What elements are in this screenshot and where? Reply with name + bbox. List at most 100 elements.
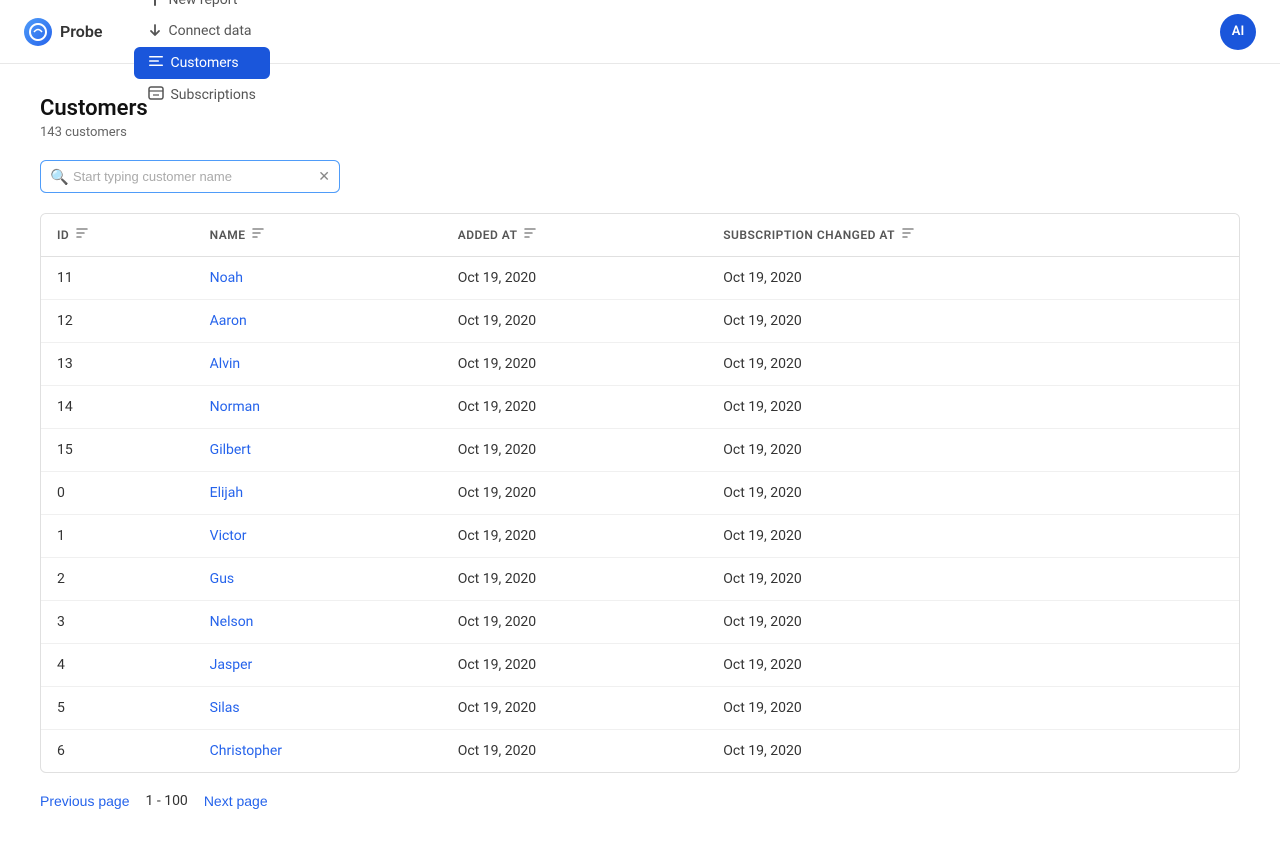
cell-id: 13 xyxy=(41,343,194,386)
customer-name-link[interactable]: Noah xyxy=(210,270,243,286)
th-label-id: ID xyxy=(57,228,69,242)
cell-name: Christopher xyxy=(194,730,442,773)
cell-name: Noah xyxy=(194,257,442,300)
cell-subscription-changed-at: Oct 19, 2020 xyxy=(707,644,1239,687)
cell-subscription-changed-at: Oct 19, 2020 xyxy=(707,386,1239,429)
nav-icon-new-report xyxy=(148,0,162,10)
cell-added-at: Oct 19, 2020 xyxy=(442,601,708,644)
cell-name: Gus xyxy=(194,558,442,601)
logo-text: Probe xyxy=(60,22,102,41)
search-input[interactable] xyxy=(40,160,340,193)
cell-id: 12 xyxy=(41,300,194,343)
table-row: 15 Gilbert Oct 19, 2020Oct 19, 2020 xyxy=(41,429,1239,472)
pagination: Previous page 1 - 100 Next page xyxy=(40,793,1240,809)
page-subtitle: 143 customers xyxy=(40,125,1240,140)
table-row: 6ChristopherOct 19, 2020Oct 19, 2020 xyxy=(41,730,1239,773)
sort-icon-subscription_changed_at[interactable] xyxy=(901,226,915,244)
cell-added-at: Oct 19, 2020 xyxy=(442,257,708,300)
cell-subscription-changed-at: Oct 19, 2020 xyxy=(707,343,1239,386)
nav-item-connect-data[interactable]: Connect data xyxy=(134,16,269,47)
customer-name-link[interactable]: Gus xyxy=(210,571,234,587)
nav-label-connect-data: Connect data xyxy=(168,23,251,39)
th-id: ID xyxy=(41,214,194,257)
table-row: 0 Elijah Oct 19, 2020Oct 19, 2020 xyxy=(41,472,1239,515)
cell-id: 0 xyxy=(41,472,194,515)
cell-name: Jasper xyxy=(194,644,442,687)
nav-label-new-report: New report xyxy=(168,0,237,8)
table-row: 4 Jasper Oct 19, 2020Oct 19, 2020 xyxy=(41,644,1239,687)
cell-subscription-changed-at: Oct 19, 2020 xyxy=(707,558,1239,601)
search-clear-icon[interactable]: ✕ xyxy=(318,169,330,185)
cell-id: 11 xyxy=(41,257,194,300)
sort-icon-id[interactable] xyxy=(75,226,89,244)
nav-item-customers[interactable]: Customers xyxy=(134,47,269,79)
customer-name-link[interactable]: Christopher xyxy=(210,743,282,759)
user-avatar[interactable]: AI xyxy=(1220,14,1256,50)
cell-added-at: Oct 19, 2020 xyxy=(442,515,708,558)
cell-id: 1 xyxy=(41,515,194,558)
customer-name-link[interactable]: Gilbert xyxy=(210,442,251,458)
cell-subscription-changed-at: Oct 19, 2020 xyxy=(707,515,1239,558)
cell-subscription-changed-at: Oct 19, 2020 xyxy=(707,472,1239,515)
th-added_at: ADDED AT xyxy=(442,214,708,257)
cell-name: Victor xyxy=(194,515,442,558)
cell-subscription-changed-at: Oct 19, 2020 xyxy=(707,687,1239,730)
cell-added-at: Oct 19, 2020 xyxy=(442,300,708,343)
cell-added-at: Oct 19, 2020 xyxy=(442,386,708,429)
cell-added-at: Oct 19, 2020 xyxy=(442,429,708,472)
customer-name-link[interactable]: Jasper xyxy=(210,657,253,673)
nav-icon-customers xyxy=(148,53,164,73)
table-row: 2GusOct 19, 2020Oct 19, 2020 xyxy=(41,558,1239,601)
table-row: 14 Norman Oct 19, 2020Oct 19, 2020 xyxy=(41,386,1239,429)
customer-name-link[interactable]: Norman xyxy=(210,399,260,415)
cell-added-at: Oct 19, 2020 xyxy=(442,687,708,730)
pagination-range: 1 - 100 xyxy=(146,793,188,809)
table-header-row: IDNAMEADDED ATSUBSCRIPTION CHANGED AT xyxy=(41,214,1239,257)
nav-label-subscriptions: Subscriptions xyxy=(170,87,255,103)
table-row: 3 Nelson Oct 19, 2020Oct 19, 2020 xyxy=(41,601,1239,644)
table-row: 11 Noah Oct 19, 2020Oct 19, 2020 xyxy=(41,257,1239,300)
customer-name-link[interactable]: Silas xyxy=(210,700,240,716)
sort-icon-added_at[interactable] xyxy=(523,226,537,244)
cell-name: Alvin xyxy=(194,343,442,386)
customer-name-link[interactable]: Elijah xyxy=(210,485,243,501)
cell-subscription-changed-at: Oct 19, 2020 xyxy=(707,601,1239,644)
cell-added-at: Oct 19, 2020 xyxy=(442,472,708,515)
nav-item-new-report[interactable]: New report xyxy=(134,0,269,16)
cell-name: Nelson xyxy=(194,601,442,644)
cell-subscription-changed-at: Oct 19, 2020 xyxy=(707,257,1239,300)
cell-added-at: Oct 19, 2020 xyxy=(442,343,708,386)
navbar: Probe ReportsNew reportConnect dataCusto… xyxy=(0,0,1280,64)
table-row: 1 Victor Oct 19, 2020Oct 19, 2020 xyxy=(41,515,1239,558)
customer-name-link[interactable]: Alvin xyxy=(210,356,240,372)
nav-item-subscriptions[interactable]: Subscriptions xyxy=(134,79,269,111)
previous-page-button[interactable]: Previous page xyxy=(40,793,130,809)
search-wrapper: 🔍 ✕ xyxy=(40,160,340,193)
cell-name: Elijah xyxy=(194,472,442,515)
cell-id: 6 xyxy=(41,730,194,773)
next-page-button[interactable]: Next page xyxy=(204,793,268,809)
nav-icon-subscriptions xyxy=(148,85,164,105)
cell-added-at: Oct 19, 2020 xyxy=(442,644,708,687)
cell-name: Silas xyxy=(194,687,442,730)
customer-name-link[interactable]: Victor xyxy=(210,528,247,544)
nav-icon-connect-data xyxy=(148,22,162,41)
cell-name: Gilbert xyxy=(194,429,442,472)
cell-subscription-changed-at: Oct 19, 2020 xyxy=(707,429,1239,472)
th-label-added_at: ADDED AT xyxy=(458,228,518,242)
logo[interactable]: Probe xyxy=(24,18,102,46)
customers-table-wrapper: IDNAMEADDED ATSUBSCRIPTION CHANGED AT 11… xyxy=(40,213,1240,773)
customer-name-link[interactable]: Aaron xyxy=(210,313,247,329)
cell-id: 4 xyxy=(41,644,194,687)
cell-id: 3 xyxy=(41,601,194,644)
customers-table: IDNAMEADDED ATSUBSCRIPTION CHANGED AT 11… xyxy=(41,214,1239,772)
cell-subscription-changed-at: Oct 19, 2020 xyxy=(707,730,1239,773)
customer-name-link[interactable]: Nelson xyxy=(210,614,254,630)
table-body: 11NoahOct 19, 2020Oct 19, 202012AaronOct… xyxy=(41,257,1239,773)
cell-id: 14 xyxy=(41,386,194,429)
cell-id: 2 xyxy=(41,558,194,601)
sort-icon-name[interactable] xyxy=(251,226,265,244)
cell-subscription-changed-at: Oct 19, 2020 xyxy=(707,300,1239,343)
logo-icon xyxy=(24,18,52,46)
cell-id: 15 xyxy=(41,429,194,472)
